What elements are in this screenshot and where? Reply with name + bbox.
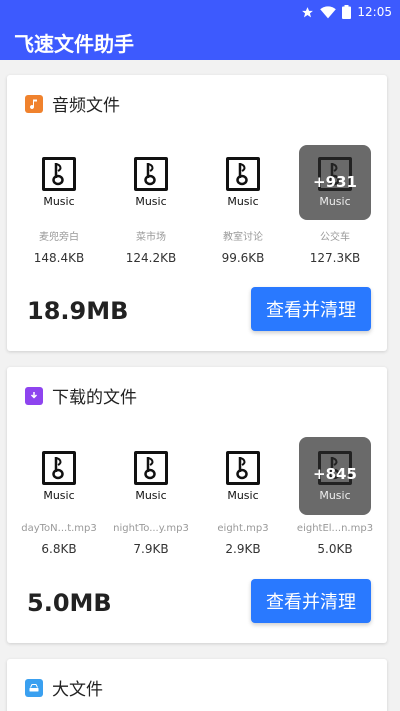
- file-size: 124.2KB: [125, 251, 177, 265]
- total-size: 5.0MB: [27, 589, 112, 617]
- file-list: Music dayToN...t.mp3 6.8KB Music nightTo…: [7, 437, 387, 557]
- file-size: 148.4KB: [33, 251, 85, 265]
- large-files-card[interactable]: 大文件: [7, 659, 387, 711]
- more-count-badge: +845: [313, 465, 357, 483]
- download-folder-icon: [25, 386, 43, 405]
- file-type-label: Music: [319, 488, 351, 502]
- file-name: dayToN...t.mp3: [21, 523, 97, 534]
- card-header: 下载的文件: [25, 383, 137, 408]
- status-time: 12:05: [357, 5, 392, 19]
- card-title: 下载的文件: [52, 388, 137, 408]
- file-size: 7.9KB: [133, 542, 169, 556]
- file-item[interactable]: Music dayToN...t.mp3 6.8KB: [13, 437, 105, 557]
- file-size: 127.3KB: [309, 251, 361, 265]
- wifi-icon: [320, 5, 337, 19]
- file-type-label: Music: [227, 195, 259, 208]
- file-name: eight.mp3: [217, 523, 269, 534]
- file-item[interactable]: Music 菜市场 124.2KB: [105, 145, 197, 265]
- view-and-clean-button[interactable]: 查看并清理: [251, 579, 371, 623]
- more-count-badge: +931: [313, 173, 357, 191]
- star-icon: [301, 6, 314, 19]
- file-type-label: Music: [43, 488, 75, 502]
- file-item-more[interactable]: Music +845 eightEl...n.mp3 5.0KB: [289, 437, 381, 557]
- file-thumbnail: Music: [23, 145, 95, 220]
- card-title: 大文件: [52, 680, 103, 700]
- file-thumbnail: Music +845: [299, 437, 371, 515]
- file-size: 5.0KB: [317, 542, 353, 556]
- file-size: 2.9KB: [225, 542, 261, 556]
- file-thumbnail: Music: [207, 145, 279, 220]
- file-thumbnail: Music +931: [299, 145, 371, 220]
- file-thumbnail: Music: [115, 437, 187, 515]
- total-size: 18.9MB: [27, 297, 129, 325]
- music-file-icon: [42, 450, 76, 485]
- file-name: 公交车: [320, 232, 350, 243]
- file-item-more[interactable]: Music +931 公交车 127.3KB: [289, 145, 381, 265]
- app-title: 飞速文件助手: [14, 31, 134, 56]
- file-size: 99.6KB: [221, 251, 265, 265]
- view-and-clean-button[interactable]: 查看并清理: [251, 287, 371, 331]
- music-note-icon: [25, 94, 43, 113]
- file-thumbnail: Music: [115, 145, 187, 220]
- card-header: 大文件: [25, 675, 103, 700]
- file-name: 菜市场: [136, 232, 166, 243]
- file-list: Music 麦兜旁白 148.4KB Music 菜市场 124.2KB Mus…: [7, 145, 387, 265]
- file-item[interactable]: Music 教室讨论 99.6KB: [197, 145, 289, 265]
- file-size: 6.8KB: [41, 542, 77, 556]
- music-file-icon: [134, 450, 168, 485]
- file-item[interactable]: Music nightTo...y.mp3 7.9KB: [105, 437, 197, 557]
- music-file-icon: [226, 157, 260, 191]
- status-bar: 12:05: [0, 0, 400, 24]
- drive-icon: [25, 678, 43, 697]
- audio-files-card[interactable]: 音频文件 Music 麦兜旁白 148.4KB Music 菜市场 124.2K…: [7, 75, 387, 351]
- file-name: 麦兜旁白: [39, 232, 79, 243]
- card-header: 音频文件: [25, 91, 120, 116]
- battery-icon: [342, 5, 352, 19]
- music-file-icon: [42, 157, 76, 191]
- file-thumbnail: Music: [207, 437, 279, 515]
- file-name: 教室讨论: [223, 232, 263, 243]
- card-title: 音频文件: [52, 96, 120, 116]
- file-type-label: Music: [135, 195, 167, 208]
- music-file-icon: [226, 450, 260, 485]
- file-name: nightTo...y.mp3: [113, 523, 189, 534]
- file-type-label: Music: [43, 195, 75, 208]
- music-file-icon: [134, 157, 168, 191]
- file-item[interactable]: Music eight.mp3 2.9KB: [197, 437, 289, 557]
- file-thumbnail: Music: [23, 437, 95, 515]
- app-bar: 飞速文件助手: [0, 24, 400, 60]
- file-type-label: Music: [227, 488, 259, 502]
- file-item[interactable]: Music 麦兜旁白 148.4KB: [13, 145, 105, 265]
- file-name: eightEl...n.mp3: [296, 523, 374, 534]
- file-type-label: Music: [135, 488, 167, 502]
- downloaded-files-card[interactable]: 下载的文件 Music dayToN...t.mp3 6.8KB Music n…: [7, 367, 387, 643]
- file-type-label: Music: [319, 195, 351, 208]
